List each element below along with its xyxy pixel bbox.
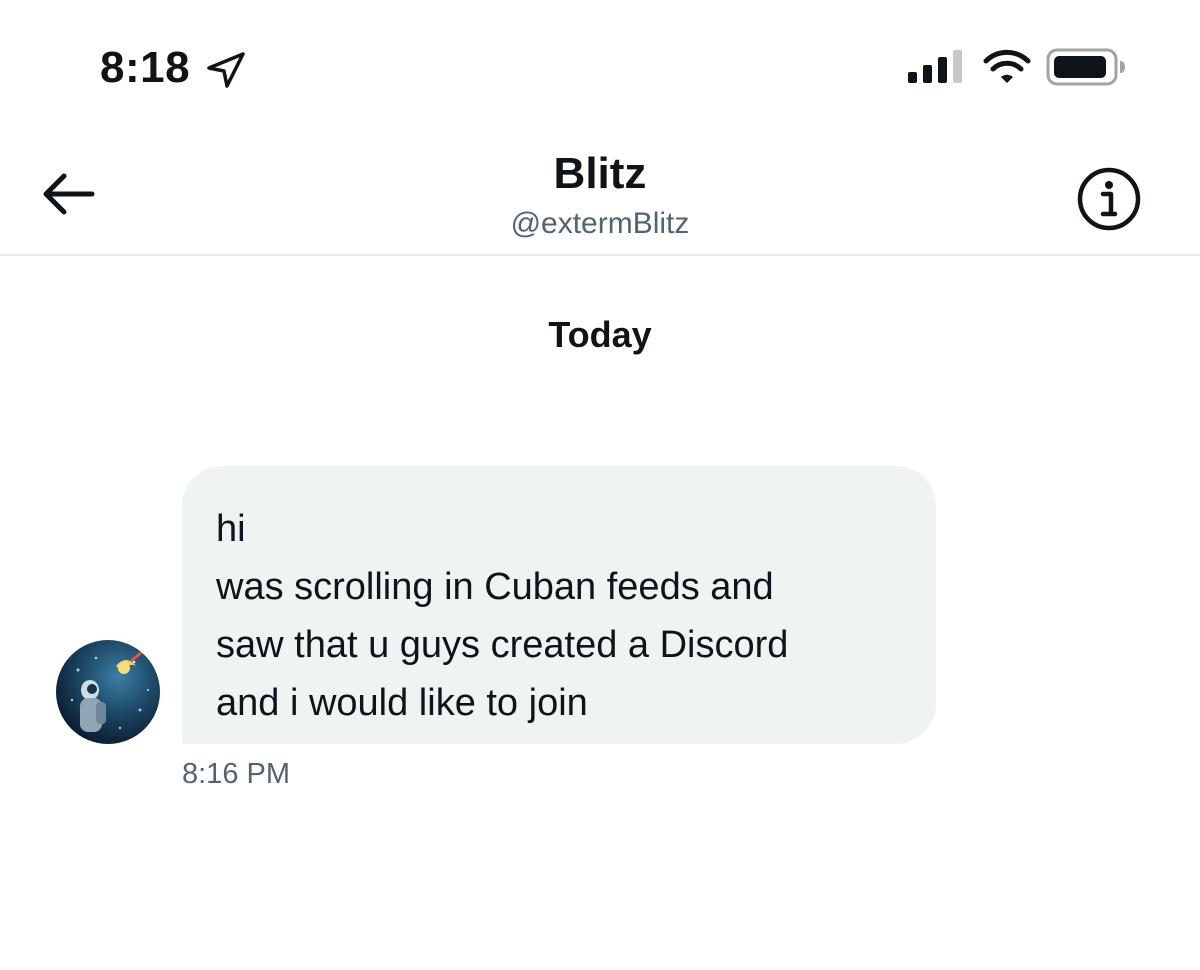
contact-handle[interactable]: @extermBlitz [0,206,1200,242]
message-timestamp: 8:16 PM [182,758,290,790]
avatar[interactable] [56,640,160,744]
status-bar: 8:18 [0,0,1200,120]
battery-icon [1046,46,1128,88]
message-text-line: saw that u guys created a Discord [216,624,789,666]
location-arrow-icon [204,50,248,90]
message-bubble[interactable]: hi was scrolling in Cuban feeds and saw … [182,466,936,744]
info-icon [1076,167,1142,236]
cellular-signal-icon [906,48,966,86]
info-button[interactable] [1076,166,1142,232]
contact-name[interactable]: Blitz [0,148,1200,200]
message-text-line: hi [216,508,246,550]
conversation-header: Blitz @extermBlitz [0,120,1200,256]
status-time: 8:18 [100,43,191,92]
wifi-icon [982,48,1032,86]
message-text-line: was scrolling in Cuban feeds and [216,566,774,608]
date-divider: Today [548,314,652,355]
message-text-line: and i would like to join [216,682,588,724]
